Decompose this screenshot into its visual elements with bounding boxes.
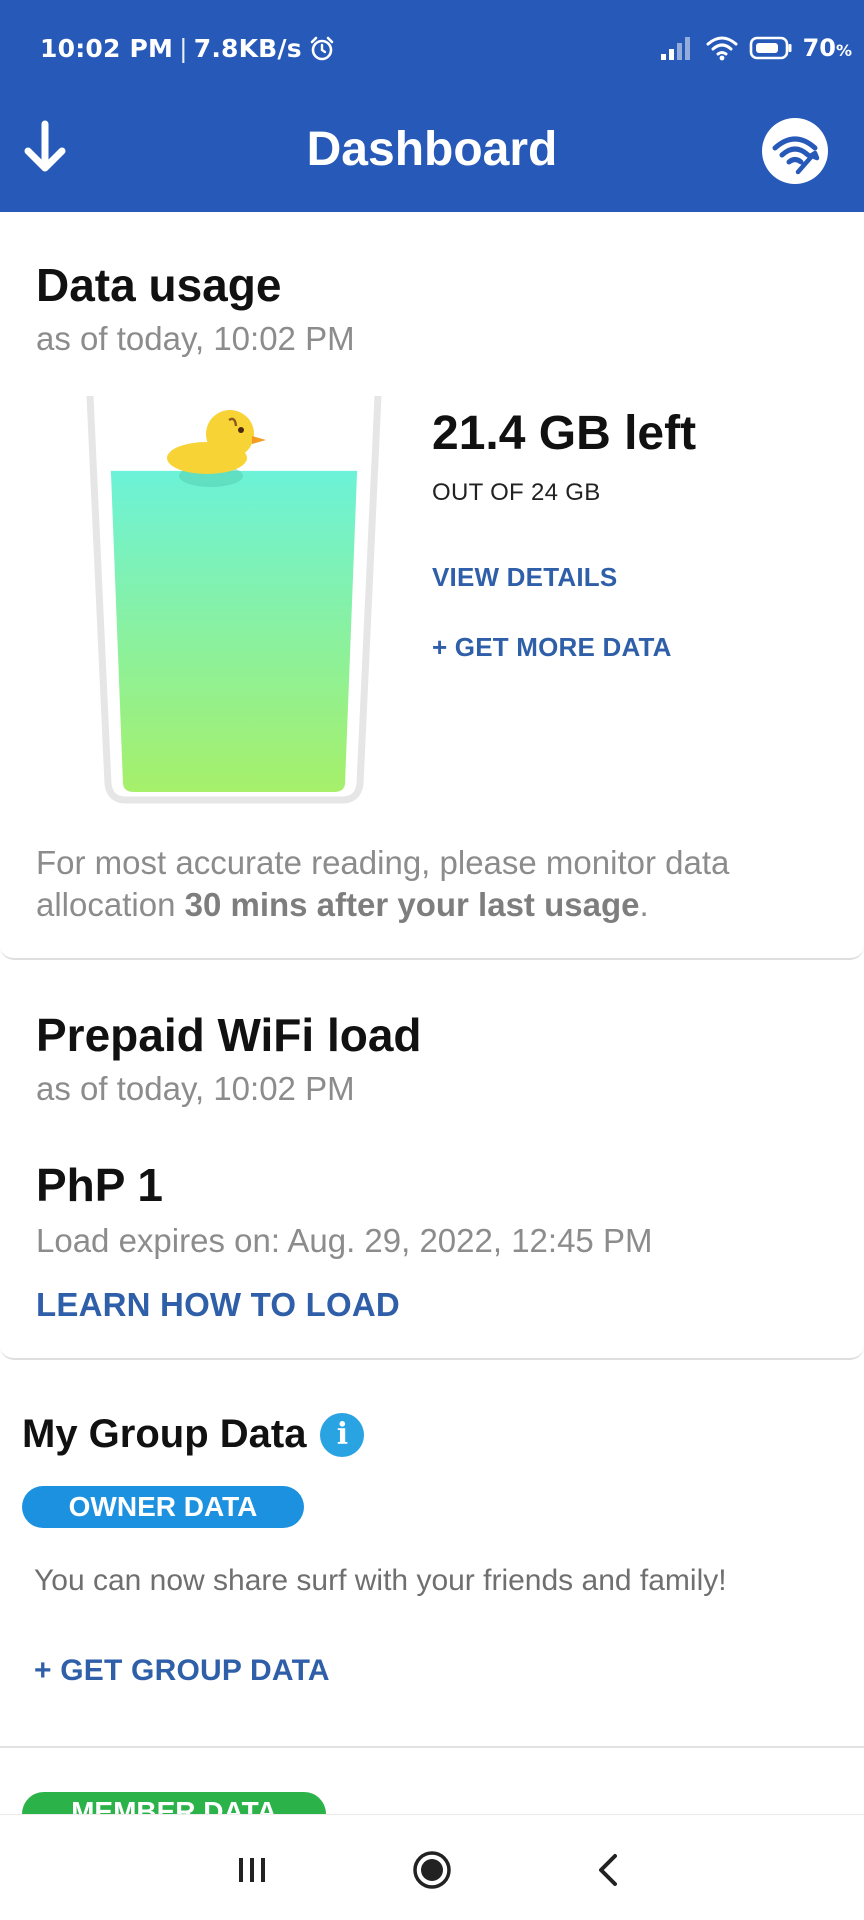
load-balance: PhP 1 [36, 1159, 163, 1211]
learn-how-to-load-link[interactable]: LEARN HOW TO LOAD [36, 1286, 400, 1324]
home-button[interactable] [402, 1845, 462, 1895]
recents-button[interactable] [222, 1845, 282, 1895]
data-remaining-fill [110, 470, 358, 792]
prepaid-wifi-card: Prepaid WiFi load as of today, 10:02 PM … [0, 964, 864, 1360]
info-icon[interactable]: i [320, 1412, 365, 1457]
data-total: OUT OF 24 GB [432, 479, 601, 506]
group-title: My Group Data [22, 1412, 307, 1456]
get-group-data-link[interactable]: + GET GROUP DATA [34, 1654, 330, 1688]
page-title: Dashboard [306, 123, 558, 176]
status-time: 10:02 PM [40, 34, 174, 63]
signal-icon [660, 37, 690, 60]
accuracy-note: For most accurate reading, please monito… [36, 844, 730, 923]
data-usage-card: Data usage as of today, 10:02 PM 21.4 GB… [0, 216, 864, 960]
group-title-row: My Group Data i [22, 1412, 365, 1457]
data-remaining: 21.4 GB left [432, 407, 697, 460]
owner-data-badge: OWNER DATA [22, 1486, 304, 1528]
get-more-data-link[interactable]: + GET MORE DATA [432, 632, 672, 663]
prepaid-timestamp: as of today, 10:02 PM [36, 1070, 355, 1107]
status-bar: 10:02 PM | 7.8KB/s 70% [0, 0, 864, 100]
view-details-link[interactable]: VIEW DETAILS [432, 562, 617, 593]
app-header: 10:02 PM | 7.8KB/s 70% Dashboard [0, 0, 864, 212]
home-icon [413, 1851, 451, 1889]
data-cup-graphic [86, 392, 386, 816]
wifi-status-icon [706, 36, 738, 61]
title-bar: Dashboard [0, 100, 864, 212]
load-expiry: Load expires on: Aug. 29, 2022, 12:45 PM [36, 1222, 653, 1259]
back-button[interactable] [578, 1845, 638, 1895]
system-nav-bar [0, 1814, 864, 1920]
data-usage-title: Data usage [36, 259, 282, 311]
status-left: 10:02 PM | 7.8KB/s [40, 34, 336, 63]
recents-icon [239, 1858, 265, 1882]
network-speed: 7.8KB/s [193, 34, 302, 63]
back-icon [599, 1854, 617, 1886]
wifi-settings-button[interactable] [762, 118, 828, 184]
battery-icon [749, 36, 792, 60]
status-right: 70% [659, 34, 852, 62]
group-description: You can now share surf with your friends… [34, 1564, 727, 1597]
alarm-icon [310, 36, 334, 60]
group-data-section: My Group Data i OWNER DATA You can now s… [0, 1366, 864, 1746]
data-summary: 21.4 GB left OUT OF 24 GB VIEW DETAILS +… [432, 406, 697, 662]
prepaid-title: Prepaid WiFi load [36, 1009, 422, 1061]
data-usage-timestamp: as of today, 10:02 PM [36, 320, 355, 357]
wifi-wrench-icon [772, 136, 820, 175]
status-separator: | [179, 34, 188, 63]
battery-percent: 70% [802, 34, 852, 62]
divider [0, 1746, 864, 1748]
